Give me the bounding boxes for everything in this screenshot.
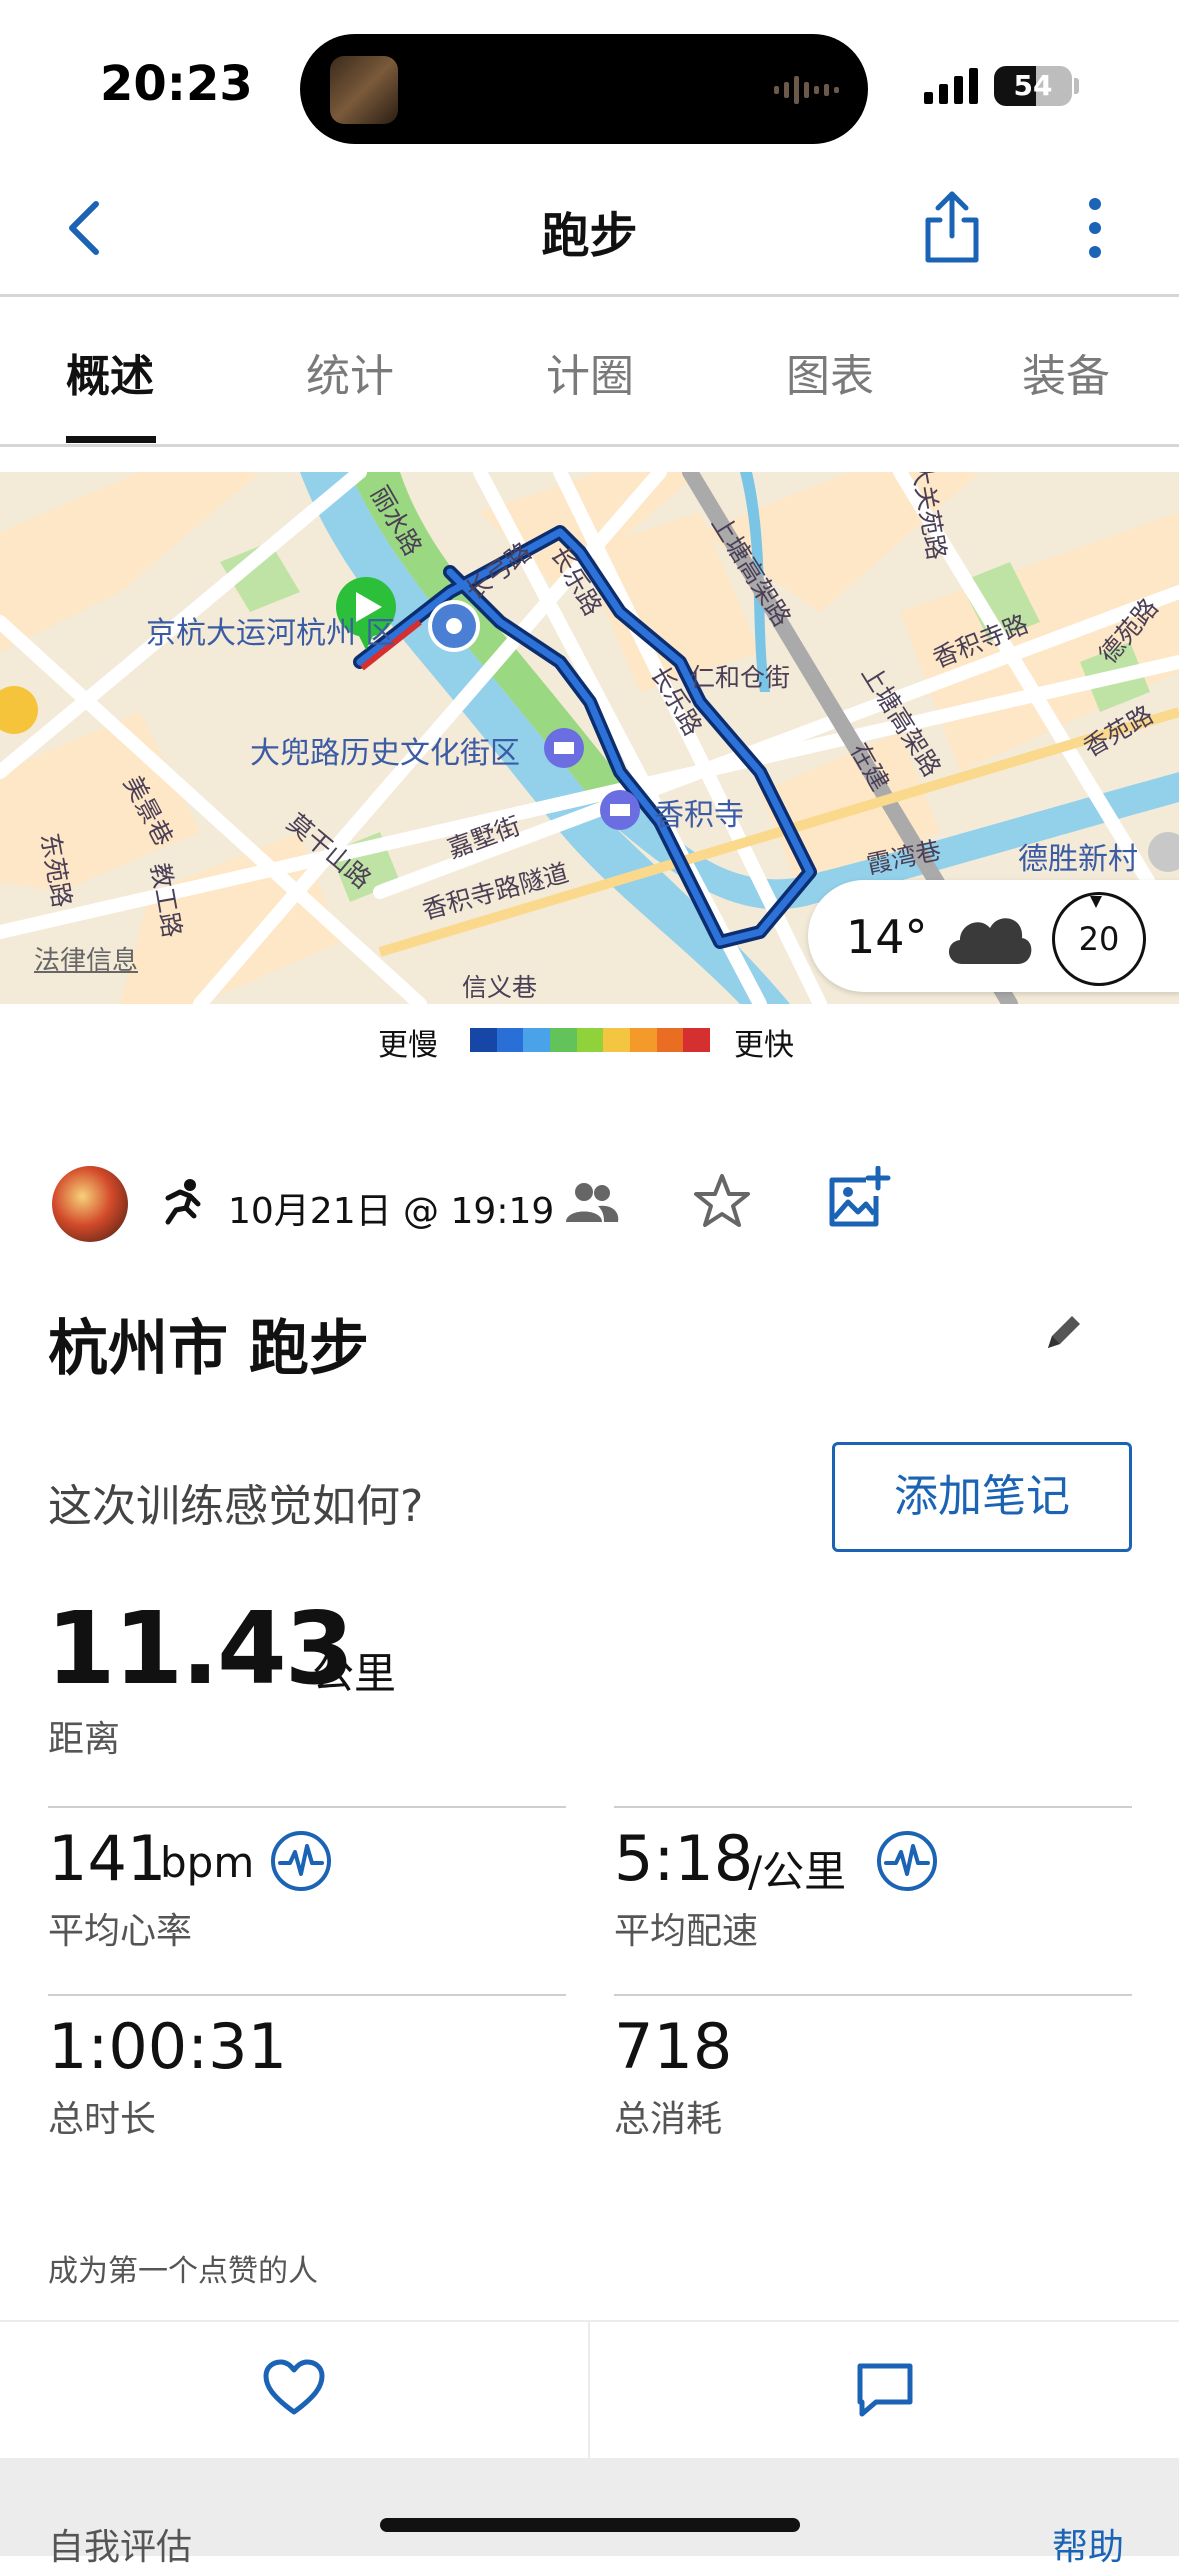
legend-swatch [576,1028,604,1052]
wind-direction-icon [1090,896,1102,908]
help-link[interactable]: 帮助 [1052,2518,1124,2570]
audio-wave-icon [774,76,839,104]
active-tab-indicator [66,436,156,443]
feel-question: 这次训练感觉如何? [48,1481,424,1532]
stat-divider [614,1994,1132,1996]
tab-laps[interactable]: 计圈 [490,340,690,404]
legend-swatch [470,1028,497,1052]
legend-swatch [683,1028,711,1052]
avatar[interactable] [52,1166,128,1242]
add-note-button[interactable]: 添加笔记 [832,1442,1132,1552]
pace-unit: /公里 [748,1847,847,1896]
distance-value: 11.43 [46,1590,354,1707]
map-label-road: 信义巷 [462,973,538,1002]
heart-rate-chart-icon[interactable] [270,1830,332,1892]
tab-gear[interactable]: 装备 [966,340,1166,404]
status-time: 20:23 [100,56,253,112]
stat-divider [614,1806,1132,1808]
heart-rate-value: 141 [48,1822,167,1895]
calories-value: 718 [614,2010,733,2083]
tab-charts[interactable]: 图表 [730,340,930,404]
heart-rate-label: 平均心率 [48,1911,193,1952]
calories-label: 总消耗 [614,2099,723,2140]
map-label-road: 仁和仓街 [690,663,791,692]
tab-stats[interactable]: 统计 [250,340,450,404]
activity-date: 10月21日 @ 19:19 [228,1191,555,1232]
now-playing-artwork[interactable] [330,56,398,124]
legend-swatch [603,1028,631,1052]
legal-info-link[interactable]: 法律信息 [34,940,138,977]
stat-divider [48,1994,566,1996]
page-title: 跑步 [541,208,638,264]
more-icon[interactable] [1080,196,1110,260]
activity-title: 杭州市 跑步 [48,1314,369,1384]
legend-swatch [656,1028,684,1052]
legend-swatch [550,1028,577,1052]
pace-value: 5:18 [614,1822,754,1895]
duration-label: 总时长 [48,2099,157,2140]
pace-chart-icon[interactable] [876,1830,938,1892]
cloud-icon [948,918,1032,964]
share-icon[interactable] [920,186,984,266]
legend-swatch [496,1028,524,1052]
running-icon [165,1179,201,1225]
weather-temperature: 14° [846,910,928,964]
people-icon[interactable] [564,1180,620,1224]
pace-label: 平均配速 [614,1911,759,1952]
legend-faster-label: 更快 [734,1028,794,1063]
legend-swatch [630,1028,657,1052]
like-heart-icon[interactable] [262,2358,326,2418]
distance-label: 距离 [48,1719,121,1760]
legend-slower-label: 更慢 [378,1028,438,1063]
map-label-dadou: 大兜路历史文化街区 [250,736,520,771]
distance-unit: 公里 [312,1649,397,1698]
edit-pencil-icon[interactable] [1042,1310,1086,1354]
battery-icon: 54 [994,66,1072,106]
legend-swatch [523,1028,551,1052]
stat-divider [48,1806,566,1808]
map-label-deshengxincun: 德胜新村 [1018,842,1138,877]
home-indicator[interactable] [380,2518,800,2532]
map-label-canal: 京杭大运河杭州 区 [146,616,396,651]
action-divider [588,2320,590,2458]
battery-tip [1074,78,1079,94]
duration-value: 1:00:31 [48,2010,288,2083]
comment-icon[interactable] [854,2360,916,2420]
map-label-xiangji-temple: 香积寺 [654,798,744,833]
tabs-divider [0,444,1179,447]
tab-overview[interactable]: 概述 [10,340,210,404]
nav-divider [0,294,1179,297]
wind-speed: 20 [1078,920,1120,958]
signal-icon [924,68,978,104]
self-evaluation-title: 自我评估 [48,2527,193,2568]
favorite-star-icon[interactable] [692,1172,752,1230]
pace-color-legend [470,1028,711,1052]
like-prompt: 成为第一个点赞的人 [48,2254,318,2289]
add-photo-icon[interactable] [826,1166,892,1230]
heart-rate-unit: bpm [160,1838,255,1887]
